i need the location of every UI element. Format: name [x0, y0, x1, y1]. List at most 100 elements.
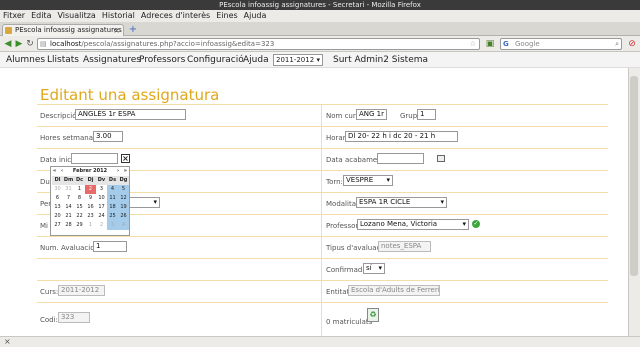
- confirmada-select[interactable]: sí: [363, 263, 385, 274]
- data-inici-field[interactable]: [71, 153, 118, 164]
- curs-field: 2011-2012: [58, 285, 105, 296]
- codi-label: Codi:: [40, 316, 58, 324]
- horari-field[interactable]: Dl 20- 22 h i dc 20 - 21 h: [345, 131, 458, 142]
- menu-eines[interactable]: Eines: [216, 10, 237, 22]
- calendar-day[interactable]: 20: [52, 212, 63, 221]
- browser-tab[interactable]: PEscola infoassig assignatures ... ×: [2, 24, 124, 36]
- calendar-day[interactable]: 23: [85, 212, 96, 221]
- calendar-day[interactable]: 29: [74, 221, 85, 230]
- torn-select[interactable]: VESPRE: [343, 175, 393, 186]
- search-icon[interactable]: ⌕: [615, 39, 619, 49]
- nav-logout[interactable]: Surt Admin2 Sistema: [333, 52, 428, 68]
- calendar-day[interactable]: 2: [96, 221, 107, 230]
- menu-adreces[interactable]: Adreces d'interès: [141, 10, 210, 22]
- calendar-day[interactable]: 13: [52, 203, 63, 212]
- calendar-day[interactable]: 4: [107, 185, 118, 194]
- form-row-divider: [37, 236, 608, 237]
- calendar-day[interactable]: 28: [63, 221, 74, 230]
- calendar-icon[interactable]: [437, 155, 445, 162]
- professor-select[interactable]: Lozano Mena, Victoria: [357, 219, 469, 230]
- page-icon: ▤: [40, 40, 47, 48]
- recycle-icon[interactable]: ♻: [367, 308, 379, 322]
- calendar-day[interactable]: 14: [63, 203, 74, 212]
- tab-close-icon[interactable]: ×: [113, 25, 120, 36]
- nav-llistats[interactable]: Llistats: [47, 52, 79, 68]
- scrollbar-thumb[interactable]: [630, 76, 638, 276]
- addon-icon[interactable]: ▣: [485, 39, 495, 49]
- menu-edita[interactable]: Edita: [31, 10, 51, 22]
- menu-historial[interactable]: Historial: [102, 10, 135, 22]
- bookmark-star-icon[interactable]: ☆: [470, 39, 476, 49]
- calendar-day[interactable]: 18: [107, 203, 118, 212]
- calendar-day[interactable]: 11: [107, 194, 118, 203]
- nav-ajuda[interactable]: Ajuda: [243, 52, 269, 68]
- nav-configuracio[interactable]: Configuració: [187, 52, 244, 68]
- torn-label: Torn:: [326, 178, 343, 186]
- calendar-day[interactable]: 30: [52, 185, 63, 194]
- entitat-field: Escola d'Adults de Ferreries: [348, 285, 440, 296]
- calendar-day[interactable]: 1: [85, 221, 96, 230]
- calendar-day[interactable]: 15: [74, 203, 85, 212]
- calendar-day[interactable]: 31: [63, 185, 74, 194]
- menu-ajuda[interactable]: Ajuda: [244, 10, 267, 22]
- adblock-icon[interactable]: ⊘: [627, 39, 637, 49]
- calendar-day[interactable]: 25: [107, 212, 118, 221]
- hores-field[interactable]: 3.00: [93, 131, 123, 142]
- calendar-day[interactable]: 12: [118, 194, 129, 203]
- prev-year-icon[interactable]: «: [53, 167, 56, 175]
- year-select[interactable]: 2011-2012: [273, 54, 323, 66]
- google-icon: G: [503, 40, 509, 48]
- calendar-day[interactable]: 22: [74, 212, 85, 221]
- next-month-icon[interactable]: ›: [117, 167, 119, 175]
- menu-visualitza[interactable]: Visualitza: [57, 10, 95, 22]
- status-bar: ×: [0, 336, 640, 347]
- forward-icon[interactable]: ▶: [14, 39, 24, 49]
- weekday-header: Dl: [52, 176, 63, 185]
- reload-icon[interactable]: ↻: [25, 39, 35, 49]
- favicon-icon: [5, 27, 12, 34]
- form-row-divider: [37, 126, 608, 127]
- calendar-grid: Dl Dm Dc Dj Dv Ds Dg 30 31 1 2 3 4 5 6 7 8 9 10 11 12 13 14 15 1…: [52, 176, 129, 230]
- calendar-day[interactable]: 6: [52, 194, 63, 203]
- calendar-day[interactable]: 16: [85, 203, 96, 212]
- nav-professors[interactable]: Professors: [139, 52, 185, 68]
- calendar-day[interactable]: 4: [118, 221, 129, 230]
- calendar-day[interactable]: 24: [96, 212, 107, 221]
- nav-assignatures[interactable]: Assignatures: [83, 52, 141, 68]
- calendar-day[interactable]: 9: [85, 194, 96, 203]
- calendar-day[interactable]: 3: [107, 221, 118, 230]
- close-calendar-button[interactable]: ×: [121, 154, 130, 163]
- calendar-day[interactable]: 1: [74, 185, 85, 194]
- tipus-avaluacio-field: notes_ESPA: [378, 241, 431, 252]
- modalitat-select[interactable]: ESPA 1R CICLE: [356, 197, 447, 208]
- calendar-day[interactable]: 3: [96, 185, 107, 194]
- descripcio-field[interactable]: ANGLÈS 1r ESPA: [75, 109, 186, 120]
- menu-fitxer[interactable]: Fitxer: [3, 10, 25, 22]
- calendar-day[interactable]: 7: [63, 194, 74, 203]
- form-row-divider: [37, 258, 608, 259]
- back-icon[interactable]: ◀: [3, 39, 13, 49]
- url-bar[interactable]: ▤ localhost/pescola/assignatures.php?acc…: [37, 38, 480, 50]
- search-input[interactable]: G Google ⌕: [500, 38, 622, 50]
- calendar-day[interactable]: 17: [96, 203, 107, 212]
- prev-month-icon[interactable]: ‹: [61, 167, 63, 175]
- nav-alumnes[interactable]: Alumnes: [6, 52, 45, 68]
- calendar-day[interactable]: 19: [118, 203, 129, 212]
- grup-field[interactable]: 1: [417, 109, 436, 120]
- calendar-day[interactable]: 27: [52, 221, 63, 230]
- calendar-day[interactable]: 26: [118, 212, 129, 221]
- num-avaluacions-field[interactable]: 1: [93, 241, 127, 252]
- curs-label: Curs:: [40, 288, 59, 296]
- data-acabament-field[interactable]: [377, 153, 424, 164]
- per-select[interactable]: [128, 197, 160, 208]
- calendar-day[interactable]: 10: [96, 194, 107, 203]
- calendar-day[interactable]: 5: [118, 185, 129, 194]
- calendar-month: Febrer 2012: [72, 168, 108, 174]
- next-year-icon[interactable]: »: [124, 167, 127, 175]
- calendar-day[interactable]: 8: [74, 194, 85, 203]
- calendar-day[interactable]: 21: [63, 212, 74, 221]
- nom-curt-field[interactable]: ANG 1r: [356, 109, 387, 120]
- form-row-divider: [37, 280, 608, 281]
- new-tab-button[interactable]: +: [127, 25, 139, 35]
- calendar-day[interactable]: 2: [85, 185, 96, 194]
